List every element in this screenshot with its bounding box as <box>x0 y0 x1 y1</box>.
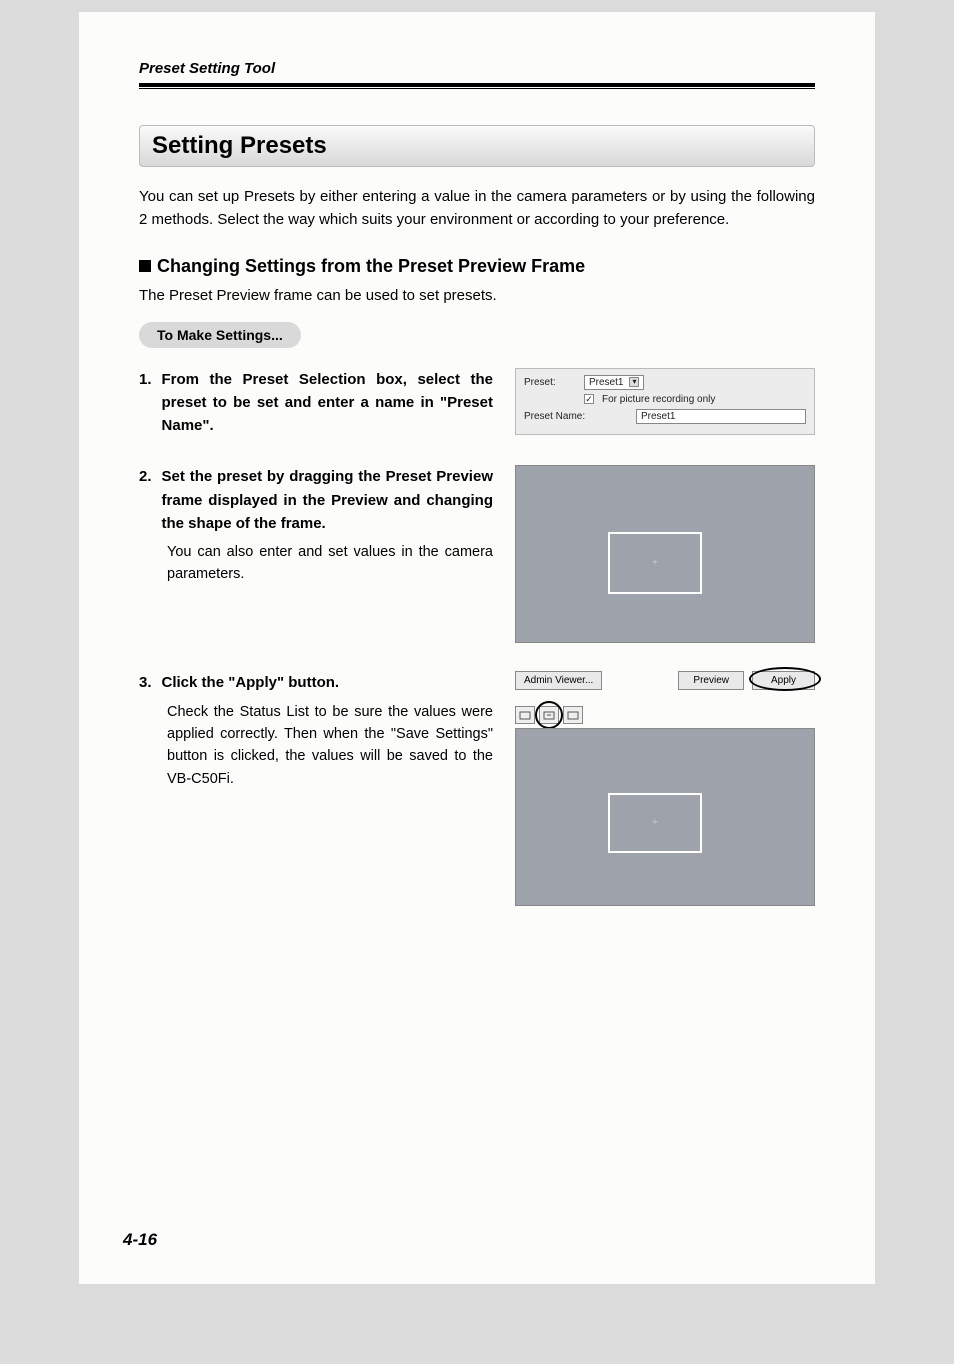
save-icon <box>567 710 579 720</box>
step-title: Click the "Apply" button. <box>162 671 340 694</box>
intro-paragraph: You can set up Presets by either enterin… <box>139 185 815 232</box>
preview-area: + <box>515 728 815 906</box>
step-body: Check the Status List to be sure the val… <box>167 701 493 791</box>
admin-viewer-button[interactable]: Admin Viewer... <box>515 671 602 690</box>
preset-dropdown[interactable]: Preset1 ▾ <box>584 375 644 390</box>
header-rule-thick <box>139 83 815 87</box>
toolbar-button-3[interactable] <box>563 706 583 724</box>
chevron-down-icon: ▾ <box>629 377 639 387</box>
step-title: Set the preset by dragging the Preset Pr… <box>162 465 493 535</box>
recording-only-label: For picture recording only <box>602 394 715 405</box>
to-make-settings-pill: To Make Settings... <box>139 322 301 348</box>
preview-button[interactable]: Preview <box>678 671 744 690</box>
crosshair-icon: + <box>652 558 658 569</box>
open-icon <box>519 710 531 720</box>
step-number: 1. <box>139 368 152 438</box>
subheading: Changing Settings from the Preset Previe… <box>139 256 815 277</box>
running-header: Preset Setting Tool <box>139 60 815 77</box>
preset-name-label: Preset Name: <box>524 411 590 422</box>
apply-button[interactable]: Apply <box>752 671 815 690</box>
step-number: 2. <box>139 465 152 535</box>
page-title: Setting Presets <box>139 125 815 167</box>
recording-only-checkbox[interactable]: ✓ <box>584 394 594 404</box>
figure-preview-frame: + <box>515 465 815 643</box>
figure-apply-preview: Admin Viewer... Preview Apply <box>515 671 815 906</box>
page-number: 4-16 <box>123 1230 157 1250</box>
preset-preview-frame[interactable]: + <box>608 532 702 594</box>
square-bullet-icon <box>139 260 151 272</box>
preset-preview-frame[interactable]: + <box>608 793 702 853</box>
preset-dropdown-value: Preset1 <box>589 377 623 388</box>
subheading-description: The Preset Preview frame can be used to … <box>139 287 815 304</box>
preset-name-input[interactable]: Preset1 <box>636 409 806 424</box>
step-title: From the Preset Selection box, select th… <box>162 368 493 438</box>
crosshair-icon: + <box>652 818 658 829</box>
step-body: You can also enter and set values in the… <box>167 541 493 586</box>
subheading-text: Changing Settings from the Preset Previe… <box>157 256 585 276</box>
step-number: 3. <box>139 671 152 694</box>
toolbar-button-2[interactable] <box>539 706 559 724</box>
figure-preset-form: Preset: Preset1 ▾ ✓ For picture recordin… <box>515 368 815 435</box>
preset-label: Preset: <box>524 377 576 388</box>
header-rule-thin <box>139 88 815 89</box>
load-icon <box>543 710 555 720</box>
toolbar-button-1[interactable] <box>515 706 535 724</box>
